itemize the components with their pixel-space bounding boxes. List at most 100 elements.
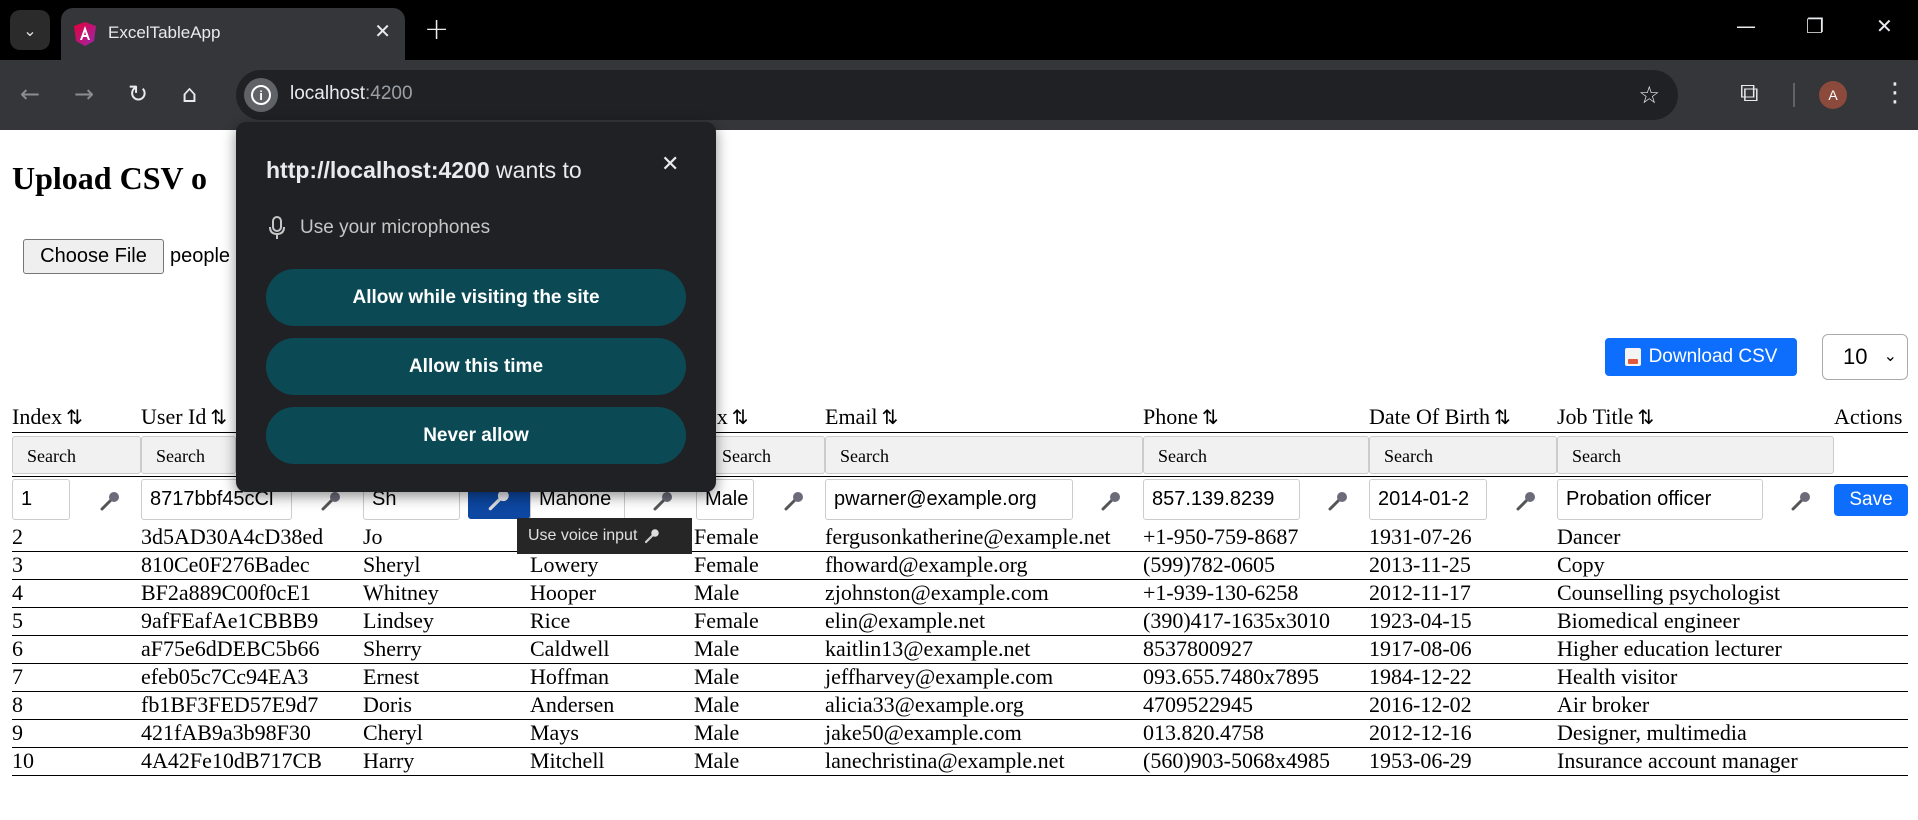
cell-phone: +1-939-130-6258 (1143, 580, 1299, 605)
allow-this-time-button[interactable]: Allow this time (266, 338, 686, 395)
search-phone[interactable]: Search (1143, 436, 1369, 474)
sort-icon[interactable]: ⇅ (732, 405, 749, 429)
profile-avatar[interactable]: A (1819, 81, 1847, 109)
cell-job-title: Insurance account manager (1557, 748, 1798, 773)
tab-title: ExcelTableApp (108, 23, 221, 42)
cell-email: elin@example.net (825, 608, 986, 633)
header-job-title[interactable]: Job Title ⇅ (1557, 404, 1654, 430)
bookmark-star-icon[interactable]: ☆ (1638, 81, 1660, 109)
header-date-of-birth[interactable]: Date Of Birth ⇅ (1369, 404, 1511, 430)
save-button[interactable]: Save (1834, 484, 1908, 516)
cell-job-title: Copy (1557, 552, 1605, 577)
cell-last-name: Mays (530, 720, 579, 745)
reload-icon[interactable]: ↻ (128, 80, 148, 108)
cell-user-id: 4A42Fe10dB717CB (141, 748, 322, 773)
mic-icon[interactable] (90, 483, 130, 519)
cell-last-name: Caldwell (530, 636, 610, 661)
home-icon[interactable]: ⌂ (182, 80, 197, 108)
cell-user-id: 9afFEafAe1CBBB9 (141, 608, 319, 633)
edit-email-input[interactable]: pwarner@example.org (825, 479, 1073, 520)
mic-icon[interactable] (1781, 483, 1821, 519)
cell-sex: Male (694, 664, 740, 689)
cell-email: lanechristina@example.net (825, 748, 1065, 773)
cell-date-of-birth: 1931-07-26 (1369, 524, 1472, 549)
header-index[interactable]: Index ⇅ (12, 404, 83, 430)
cell-phone: (390)417-1635x3010 (1143, 608, 1330, 633)
cell-last-name: Hooper (530, 580, 596, 605)
cell-index: 6 (12, 636, 23, 661)
edit-job-title-input[interactable]: Probation officer (1557, 479, 1763, 520)
cell-index: 10 (12, 748, 34, 773)
angular-favicon (74, 22, 96, 46)
search-user-id[interactable]: Search (141, 436, 236, 474)
tooltip-text: Use voice input (528, 527, 638, 544)
permission-capability: Use your microphones (268, 216, 490, 240)
edit-phone-input[interactable]: 857.139.8239 (1143, 479, 1300, 520)
header-phone[interactable]: Phone ⇅ (1143, 404, 1219, 430)
sort-icon[interactable]: ⇅ (1494, 405, 1511, 429)
browser-toolbar: ← → ↻ ⌂ i localhost:4200 ☆ ⧉ A ⋮ (0, 60, 1918, 130)
cell-email: fhoward@example.org (825, 552, 1028, 577)
search-index[interactable]: Search (12, 436, 141, 474)
sort-icon[interactable]: ⇅ (210, 405, 227, 429)
choose-file-button[interactable]: Choose File (23, 239, 164, 274)
cell-last-name: Mitchell (530, 748, 605, 773)
tab-exceltableapp[interactable]: ExcelTableApp ✕ (61, 8, 405, 60)
toolbar-divider (1793, 83, 1795, 107)
close-icon[interactable]: ✕ (661, 152, 679, 177)
microphone-icon (269, 216, 285, 239)
sort-icon[interactable]: ⇅ (1637, 405, 1654, 429)
cell-first-name: Sheryl (363, 552, 421, 577)
restore-icon[interactable]: ❐ (1806, 14, 1824, 38)
cell-sex: Male (694, 720, 740, 745)
cell-date-of-birth: 2016-12-02 (1369, 692, 1472, 717)
mic-icon (645, 529, 660, 544)
cell-sex: Female (694, 608, 759, 633)
tab-close-icon[interactable]: ✕ (374, 19, 391, 43)
mic-icon[interactable] (774, 483, 814, 519)
cell-phone: (560)903-5068x4985 (1143, 748, 1330, 773)
cell-index: 4 (12, 580, 23, 605)
page-size-select[interactable]: 10 ⌄ (1822, 334, 1908, 380)
extensions-icon[interactable]: ⧉ (1740, 78, 1759, 109)
forward-icon[interactable]: → (74, 80, 94, 108)
header-user-id[interactable]: User Id ⇅ (141, 404, 227, 430)
header-email[interactable]: Email ⇅ (825, 404, 898, 430)
permission-title: http://localhost:4200 wants to (266, 157, 582, 183)
cell-last-name: Andersen (530, 692, 615, 717)
never-allow-button[interactable]: Never allow (266, 407, 686, 464)
mic-icon[interactable] (1506, 483, 1546, 519)
sort-icon[interactable]: ⇅ (66, 405, 83, 429)
back-icon[interactable]: ← (20, 80, 40, 108)
minimize-icon[interactable]: — (1736, 14, 1756, 38)
sort-icon[interactable]: ⇅ (1202, 405, 1219, 429)
cell-phone: +1-950-759-8687 (1143, 524, 1299, 549)
menu-kebab-icon[interactable]: ⋮ (1882, 78, 1908, 108)
close-window-icon[interactable]: ✕ (1876, 14, 1893, 38)
mic-icon[interactable] (1091, 483, 1131, 519)
search-sex[interactable]: Search (707, 436, 825, 474)
site-info-icon[interactable]: i (244, 78, 278, 112)
allow-while-visiting-button[interactable]: Allow while visiting the site (266, 269, 686, 326)
url-text[interactable]: localhost:4200 (290, 83, 413, 105)
search-job-title[interactable]: Search (1557, 436, 1834, 474)
cell-index: 7 (12, 664, 23, 689)
cell-user-id: fb1BF3FED57E9d7 (141, 692, 319, 717)
edit-date-of-birth-input[interactable]: 2014-01-2 (1369, 479, 1487, 520)
mic-icon[interactable] (1318, 483, 1358, 519)
new-tab-button[interactable]: + (424, 12, 449, 47)
edit-index-input[interactable]: 1 (12, 479, 70, 520)
address-bar[interactable]: i localhost:4200 ☆ (236, 70, 1678, 120)
cell-job-title: Higher education lecturer (1557, 636, 1782, 661)
search-email[interactable]: Search (825, 436, 1143, 474)
tab-search-icon[interactable]: ⌄ (10, 10, 50, 50)
cell-date-of-birth: 2012-11-17 (1369, 580, 1471, 605)
cell-first-name: Whitney (363, 580, 439, 605)
cell-email: zjohnston@example.com (825, 580, 1049, 605)
cell-sex: Male (694, 580, 740, 605)
search-date-of-birth[interactable]: Search (1369, 436, 1557, 474)
download-csv-button[interactable]: Download CSV (1605, 338, 1797, 376)
download-csv-label: Download CSV (1648, 346, 1778, 367)
cell-first-name: Lindsey (363, 608, 434, 633)
sort-icon[interactable]: ⇅ (882, 405, 899, 429)
